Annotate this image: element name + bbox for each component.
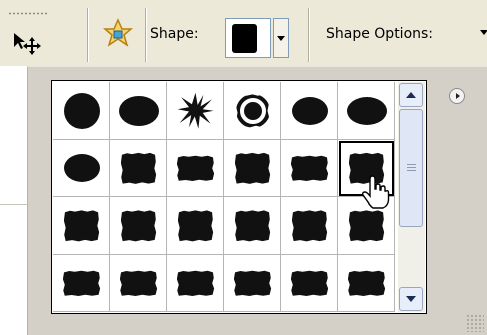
shape-thumbnail [346,96,387,125]
ring-inner-shape [243,101,262,120]
star-preset-icon[interactable] [102,18,134,48]
shape-thumbnail [118,95,159,126]
current-shape-preview [232,24,257,53]
scroll-thumb[interactable] [399,109,423,227]
shape-cells [53,82,398,312]
shape-thumbnail [235,94,270,128]
shape-thumbnail [290,270,329,296]
shape-thumbnail [63,210,100,242]
options-toolbar: Shape: Shape Options: [0,0,487,66]
shape-thumbnail [234,210,271,242]
divider [0,204,27,205]
shape-thumbnail [120,152,157,184]
toolbar-separator [145,8,147,62]
shape-thumbnail [348,210,385,242]
shape-cell-ragged-square[interactable] [224,139,281,197]
shape-options-label: Shape Options: [326,26,434,42]
shape-thumbnail [234,152,271,184]
shape-thumbnail [176,155,215,181]
vertical-scrollbar[interactable] [398,82,425,312]
shape-thumbnail [63,154,100,183]
shape-cell-ring-circle[interactable] [224,82,281,140]
shape-cell-ragged-oval-wide[interactable] [110,82,167,140]
shape-cell-ragged-square[interactable] [110,139,167,197]
move-tool-icon[interactable] [12,30,46,56]
hand-cursor-icon [361,175,391,211]
shape-cell-ragged-rect-wide[interactable] [281,254,338,312]
shape-cell-ragged-rect-wide[interactable] [53,254,110,312]
toolbar-grip[interactable] [8,12,48,15]
scroll-down-button[interactable] [399,287,423,311]
shape-cell-ragged-square[interactable] [224,197,281,255]
shape-cell-ragged-square[interactable] [167,197,224,255]
shape-thumbnail [120,210,157,242]
shape-thumbnail [347,270,386,296]
shape-thumbnail [177,92,214,129]
shape-label: Shape: [150,26,199,42]
shape-cell-ragged-square[interactable] [53,197,110,255]
shape-cell-smooth-oval[interactable] [281,82,338,140]
shape-cell-ragged-rect-wide[interactable] [338,254,395,312]
shape-cell-ragged-rect-wide[interactable] [167,254,224,312]
shape-thumbnail [291,96,328,125]
shape-cell-ragged-rect-wide[interactable] [167,139,224,197]
scroll-up-button[interactable] [399,83,423,107]
shape-dropdown-button[interactable] [273,18,289,58]
shape-cell-ragged-square[interactable] [281,197,338,255]
chevron-down-icon[interactable] [480,30,487,35]
shape-cell-smooth-oval-wide[interactable] [338,82,395,140]
shape-thumbnail [177,210,214,242]
shape-cell-smooth-oval[interactable] [53,139,110,197]
panel-menu-icon[interactable] [449,88,465,104]
resize-grip[interactable] [466,314,484,332]
shape-cell-ragged-circle[interactable] [53,82,110,140]
shape-cell-ragged-rect-wide[interactable] [281,139,338,197]
shape-thumbnail [62,270,101,296]
shape-thumbnail [119,270,158,296]
shape-picker-swatch[interactable] [225,18,271,58]
toolbar-separator [308,8,310,62]
shape-thumbnail [291,210,328,242]
shape-cell-ragged-square[interactable] [110,197,167,255]
shape-thumbnail [290,155,329,181]
shape-cell-ragged-rect-wide[interactable] [224,254,281,312]
shape-thumbnail [63,92,100,129]
shape-thumbnail [176,270,215,296]
shape-cell-ragged-rect-wide[interactable] [110,254,167,312]
toolbar-separator [87,8,89,62]
shape-thumbnail [233,270,272,296]
shape-cell-starburst-splat[interactable] [167,82,224,140]
